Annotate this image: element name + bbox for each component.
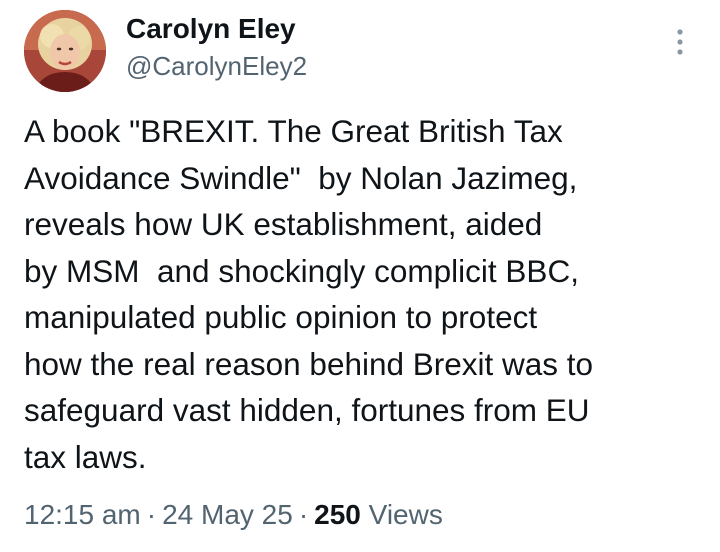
tweet-metadata: 12:15 am · 24 May 25 · 250 Views (24, 495, 443, 535)
user-handle[interactable]: @CarolynEley2 (126, 48, 307, 84)
views-count[interactable]: 250 (314, 499, 361, 530)
more-vertical-icon (677, 29, 683, 55)
more-options-button[interactable] (660, 22, 700, 62)
display-name[interactable]: Carolyn Eley (126, 10, 307, 48)
views-label: Views (368, 499, 443, 530)
tweet-text-line: A book "BREXIT. The Great British Tax (24, 113, 563, 149)
tweet-text-line: by MSM and shockingly complicit BBC, (24, 252, 579, 289)
tweet-text-line: how the real reason behind Brexit was to (24, 345, 594, 382)
profile-photo-avatar-icon (24, 10, 106, 92)
tweet-time[interactable]: 12:15 am (24, 499, 141, 530)
avatar[interactable] (24, 10, 106, 92)
tweet-date[interactable]: 24 May 25 (162, 499, 293, 530)
tweet-text-line: reveals how UK establishment, aided (24, 206, 543, 242)
author-info: Carolyn Eley @CarolynEley2 (126, 10, 307, 84)
tweet-text: A book "BREXIT. The Great British Tax Av… (24, 108, 704, 480)
meta-separator: · (146, 499, 157, 530)
tweet-text-line: Avoidance Swindle" by Nolan Jazimeg, (24, 159, 578, 196)
tweet-text-line: tax laws. (24, 438, 147, 475)
meta-separator: · (298, 499, 309, 530)
tweet-text-line: safeguard vast hidden, fortunes from EU (24, 392, 590, 428)
tweet-text-line: manipulated public opinion to protect (24, 299, 538, 335)
tweet-card: Carolyn Eley @CarolynEley2 A book "BREXI… (0, 0, 720, 552)
